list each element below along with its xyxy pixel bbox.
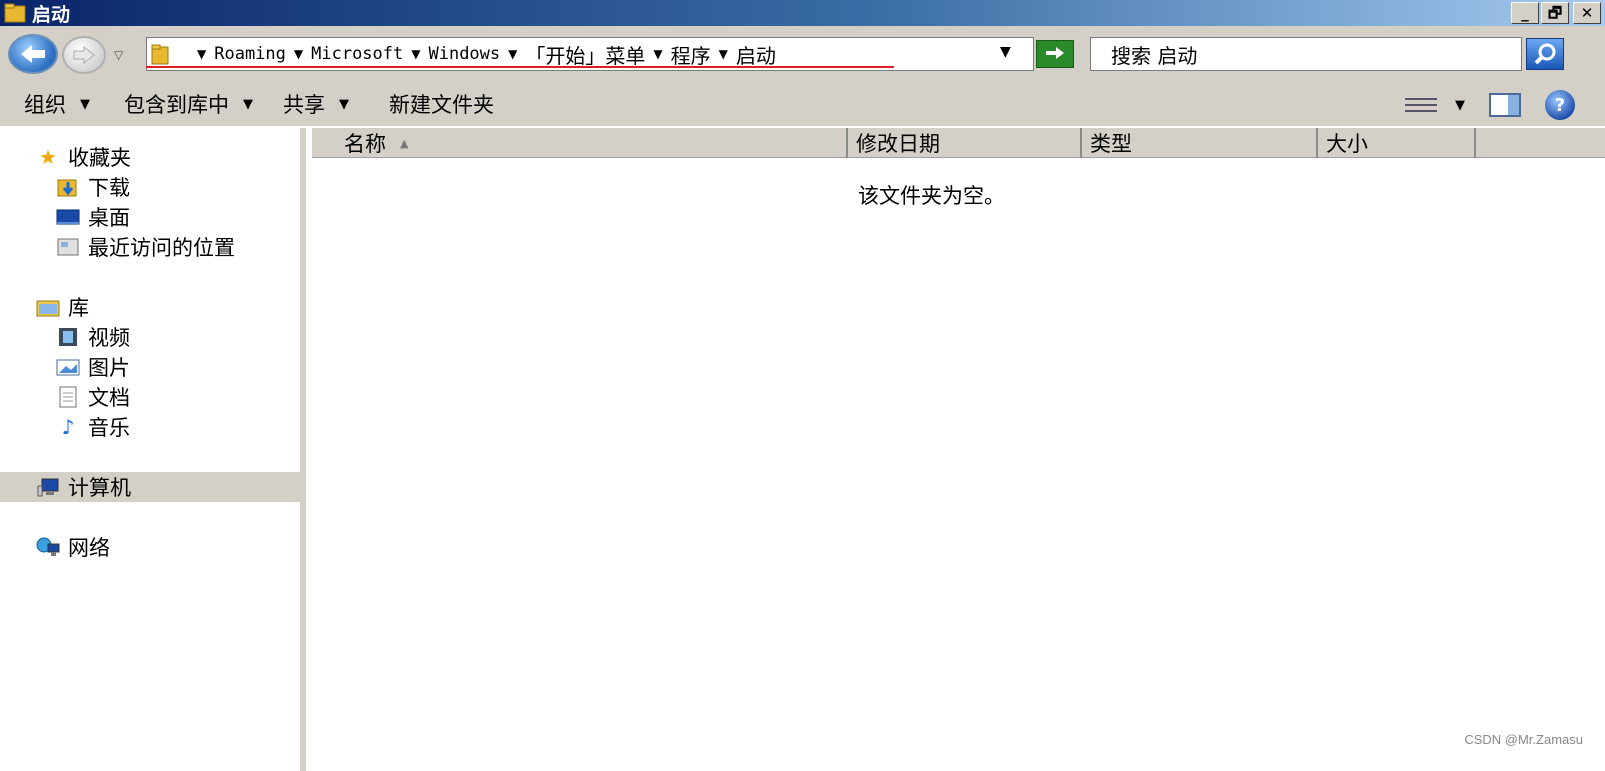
nav-item-desktop[interactable]: 桌面	[56, 202, 130, 232]
share-menu[interactable]: 共享 ▼	[283, 89, 349, 119]
nav-item-downloads[interactable]: 下载	[56, 172, 130, 202]
document-icon	[59, 386, 77, 408]
nav-favorites-label: 收藏夹	[68, 146, 131, 170]
nav-computer-label: 计算机	[68, 476, 131, 500]
chevron-down-icon[interactable]: ▼	[719, 47, 728, 61]
caret-down-icon: ▼	[243, 96, 253, 112]
include-in-library-menu[interactable]: 包含到库中 ▼	[124, 89, 253, 119]
desktop-icon	[56, 209, 80, 225]
folder-icon	[151, 44, 169, 65]
caret-down-icon: ▼	[80, 96, 90, 112]
recent-pages-dropdown[interactable]: ▽	[114, 48, 123, 62]
breadcrumb-windows[interactable]: Windows	[428, 44, 500, 64]
close-button[interactable]: ✕	[1573, 2, 1601, 24]
column-header-name[interactable]: 名称 ▲	[312, 128, 848, 158]
minimize-button[interactable]: _	[1511, 2, 1539, 24]
column-header-modified[interactable]: 修改日期	[848, 128, 1082, 158]
column-header-type[interactable]: 类型	[1082, 128, 1318, 158]
watermark: CSDN @Mr.Zamasu	[1464, 732, 1583, 747]
back-button[interactable]	[8, 34, 58, 74]
column-name-label: 名称	[344, 132, 386, 156]
column-type-label: 类型	[1090, 132, 1132, 156]
nav-item-pictures[interactable]: 图片	[56, 352, 130, 382]
chevron-down-icon[interactable]: ▼	[653, 47, 662, 61]
breadcrumb-start-menu[interactable]: 「开始」菜单	[525, 40, 645, 69]
nav-item-label: 下载	[88, 176, 130, 200]
chevron-down-icon[interactable]: ▼	[411, 47, 420, 61]
include-in-library-label: 包含到库中	[124, 93, 229, 117]
refresh-icon	[1046, 47, 1064, 59]
nav-computer[interactable]: 计算机	[0, 472, 306, 502]
new-folder-button[interactable]: 新建文件夹	[389, 89, 494, 119]
column-size-label: 大小	[1326, 132, 1368, 156]
nav-item-label: 文档	[88, 386, 130, 410]
nav-item-videos[interactable]: 视频	[56, 322, 130, 352]
library-icon	[36, 300, 60, 317]
nav-item-label: 视频	[88, 326, 130, 350]
breadcrumb-programs[interactable]: 程序	[671, 40, 711, 69]
nav-item-documents[interactable]: 文档	[56, 382, 130, 412]
breadcrumb-roaming[interactable]: Roaming	[214, 44, 286, 64]
folder-icon	[4, 3, 26, 23]
path-highlight-underline	[146, 66, 894, 68]
computer-icon	[37, 478, 59, 497]
nav-item-label: 音乐	[88, 416, 130, 440]
nav-item-label: 桌面	[88, 206, 130, 230]
search-button[interactable]	[1526, 38, 1564, 70]
caret-down-icon: ▼	[339, 96, 349, 112]
chevron-down-icon[interactable]: ▼	[197, 47, 206, 61]
search-input[interactable]: 搜索 启动	[1090, 37, 1522, 71]
help-icon[interactable]: ?	[1545, 90, 1575, 120]
downloads-folder-icon	[57, 179, 77, 197]
file-list-pane[interactable]: 名称 ▲ 修改日期 类型 大小 该文件夹为空。	[312, 128, 1605, 771]
recent-places-icon	[57, 238, 79, 256]
nav-network[interactable]: 网络	[36, 532, 110, 562]
restore-button[interactable]: 🗗	[1541, 2, 1569, 24]
column-header-size[interactable]: 大小	[1318, 128, 1476, 158]
nav-libraries[interactable]: 库	[36, 292, 89, 322]
breadcrumb-startup[interactable]: 启动	[736, 40, 776, 69]
nav-item-music[interactable]: ♪ 音乐	[56, 412, 130, 442]
chevron-down-icon[interactable]: ▼	[294, 47, 303, 61]
view-caret-icon[interactable]: ▼	[1455, 98, 1465, 113]
breadcrumb-microsoft[interactable]: Microsoft	[311, 44, 403, 64]
share-label: 共享	[283, 93, 325, 117]
empty-folder-message: 该文件夹为空。	[858, 184, 1005, 208]
organize-menu[interactable]: 组织 ▼	[24, 89, 90, 119]
address-history-dropdown[interactable]: ▼	[1000, 44, 1011, 60]
music-note-icon: ♪	[61, 415, 75, 439]
nav-libraries-label: 库	[68, 296, 89, 320]
nav-item-label: 图片	[88, 356, 130, 380]
video-icon	[59, 328, 77, 346]
network-icon	[36, 537, 60, 556]
title-bar: 启动 _ 🗗 ✕	[0, 0, 1605, 26]
pictures-icon	[56, 359, 80, 376]
forward-button[interactable]	[62, 36, 106, 74]
star-icon: ★	[39, 145, 57, 169]
column-headers: 名称 ▲ 修改日期 类型 大小	[312, 128, 1605, 158]
address-bar-area: ▽ ▼ Roaming ▼ Microsoft ▼ Windows ▼ 「开始」…	[0, 26, 1605, 82]
nav-item-recent-places[interactable]: 最近访问的位置	[56, 232, 235, 262]
chevron-down-icon[interactable]: ▼	[508, 47, 517, 61]
back-arrow-icon	[21, 45, 45, 63]
search-icon	[1534, 43, 1556, 65]
column-header-filler	[1476, 128, 1605, 158]
sort-ascending-icon: ▲	[400, 136, 409, 150]
navigation-pane: ★ 收藏夹 下载 桌面 最近访问的位置 库 视频 图片 文档 ♪ 音乐 计算机 …	[0, 128, 306, 771]
nav-item-label: 最近访问的位置	[88, 236, 235, 260]
command-toolbar: 组织 ▼ 包含到库中 ▼ 共享 ▼ 新建文件夹 ▼ ?	[0, 82, 1605, 126]
nav-favorites[interactable]: ★ 收藏夹	[36, 142, 131, 172]
view-options-icon[interactable]	[1405, 94, 1437, 116]
organize-label: 组织	[24, 93, 66, 117]
preview-pane-icon[interactable]	[1489, 93, 1521, 117]
column-modified-label: 修改日期	[856, 132, 940, 156]
new-folder-label: 新建文件夹	[389, 93, 494, 117]
window-title: 启动	[32, 3, 71, 26]
forward-arrow-icon	[73, 45, 95, 65]
nav-network-label: 网络	[68, 536, 110, 560]
refresh-button[interactable]	[1036, 40, 1074, 68]
